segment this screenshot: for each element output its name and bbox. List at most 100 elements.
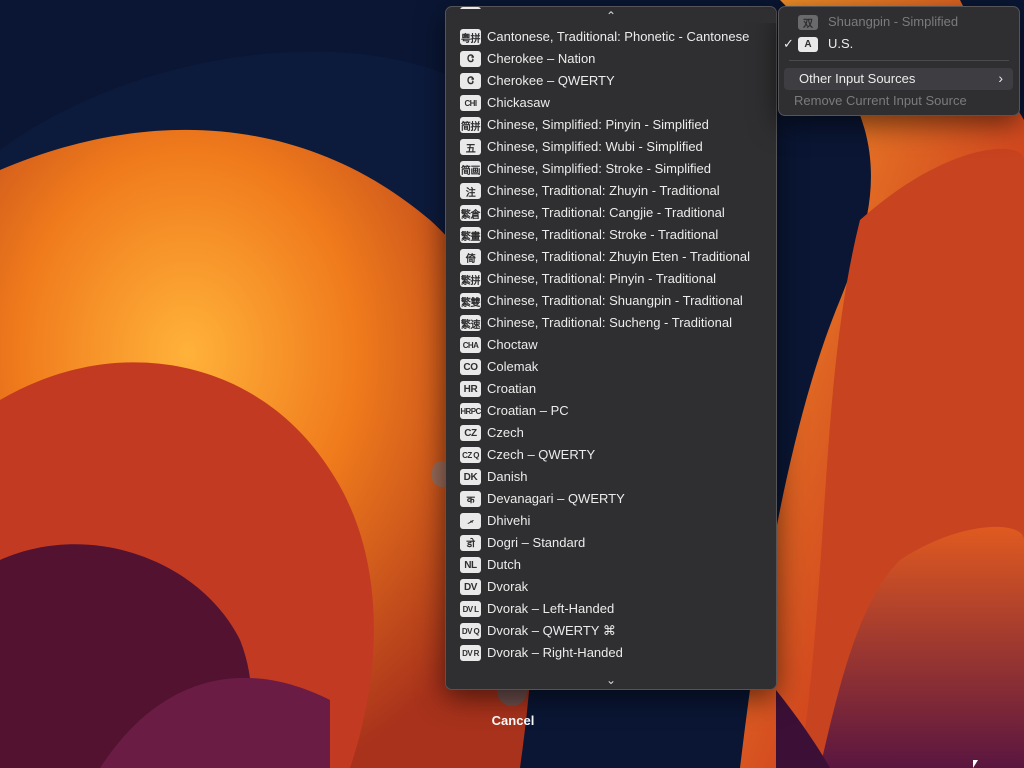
input-source-item[interactable]: CHA Choctaw xyxy=(446,334,776,356)
scroll-up-icon[interactable]: ⌃ xyxy=(446,9,776,23)
input-source-badge: HRPC xyxy=(460,403,481,419)
input-source-item[interactable]: CHI Chickasaw xyxy=(446,92,776,114)
input-source-label: Chinese, Traditional: Zhuyin - Tradition… xyxy=(487,183,720,198)
input-source-badge: DV L xyxy=(460,601,481,617)
input-source-badge: HR xyxy=(460,381,481,397)
input-source-badge: ރ xyxy=(460,513,481,529)
menu-separator xyxy=(789,60,1009,61)
input-source-badge: Ꮳ xyxy=(460,51,481,67)
input-source-item[interactable]: 五 Chinese, Simplified: Wubi - Simplified xyxy=(446,136,776,158)
input-source-badge: 倚 xyxy=(460,249,481,265)
input-source-item[interactable]: 繁畫 Chinese, Traditional: Stroke - Traditi… xyxy=(446,224,776,246)
remove-input-source-label: Remove Current Input Source xyxy=(794,93,967,108)
input-source-item[interactable]: Ꮳ Cherokee – QWERTY xyxy=(446,70,776,92)
input-source-label: Chinese, Simplified: Stroke - Simplified xyxy=(487,161,711,176)
scroll-down-icon[interactable]: ⌄ xyxy=(446,673,776,687)
input-source-label: Chickasaw xyxy=(487,95,550,110)
input-source-badge: 双 xyxy=(798,15,818,30)
input-source-badge: DV R xyxy=(460,645,481,661)
input-source-badge: CO xyxy=(460,359,481,375)
input-source-item[interactable]: 简画 Chinese, Simplified: Stroke - Simplifi… xyxy=(446,158,776,180)
input-source-badge: CZ Q xyxy=(460,447,481,463)
input-source-item[interactable]: 粤拼 Cantonese, Traditional: Phonetic - Can… xyxy=(446,26,776,48)
input-source-label: Dvorak – Right-Handed xyxy=(487,645,623,660)
input-source-badge: 繁雙 xyxy=(460,293,481,309)
input-source-badge: 五 xyxy=(460,139,481,155)
input-source-badge: 简拼 xyxy=(460,117,481,133)
input-source-item[interactable]: DV Dvorak xyxy=(446,576,776,598)
input-source-label: U.S. xyxy=(828,36,854,51)
input-source-badge: DV xyxy=(460,579,481,595)
mouse-cursor-icon xyxy=(973,760,978,768)
input-source-badge: 繁拼 xyxy=(460,271,481,287)
input-source-badge: 注 xyxy=(460,183,481,199)
input-source-badge: NL xyxy=(460,557,481,573)
input-source-label: Dvorak – Left-Handed xyxy=(487,601,615,616)
input-source-item[interactable]: डो Dogri – Standard xyxy=(446,532,776,554)
input-source-label: Dhivehi xyxy=(487,513,531,528)
input-source-label: Chinese, Traditional: Sucheng - Traditio… xyxy=(487,315,732,330)
input-source-label: Devanagari – QWERTY xyxy=(487,491,625,506)
input-source-label: Shuangpin - Simplified xyxy=(828,14,959,29)
input-source-item[interactable]: DK Danish xyxy=(446,466,776,488)
input-source-shuangpin: 双 Shuangpin - Simplified xyxy=(779,11,1019,33)
input-source-badge: A xyxy=(798,37,818,52)
input-source-item[interactable]: HR Croatian xyxy=(446,378,776,400)
input-source-label: Cherokee – QWERTY xyxy=(487,73,615,88)
input-source-label: Dogri – Standard xyxy=(487,535,586,550)
input-source-item[interactable]: 繁倉 Chinese, Traditional: Cangjie - Tradit… xyxy=(446,202,776,224)
input-source-label: Dutch xyxy=(487,557,521,572)
input-source-label: Czech xyxy=(487,425,524,440)
input-source-badge: 繁畫 xyxy=(460,227,481,243)
input-source-item[interactable]: 注 Chinese, Traditional: Zhuyin - Traditio… xyxy=(446,180,776,202)
checkmark-icon: ✓ xyxy=(783,36,794,51)
input-source-badge: क xyxy=(460,491,481,507)
input-source-item[interactable]: HRPC Croatian – PC xyxy=(446,400,776,422)
cancel-label: Cancel xyxy=(491,713,535,728)
input-source-label: Chinese, Traditional: Zhuyin Eten - Trad… xyxy=(487,249,751,264)
input-source-label: Dvorak xyxy=(487,579,529,594)
input-source-badge: CHI xyxy=(460,95,481,111)
input-source-label: Cherokee – Nation xyxy=(487,51,596,66)
input-source-badge: CZ xyxy=(460,425,481,441)
input-source-badge: 繁倉 xyxy=(460,205,481,221)
input-source-label: Chinese, Simplified: Wubi - Simplified xyxy=(487,139,703,154)
input-source-badge: DV Q xyxy=(460,623,481,639)
input-source-item[interactable]: NL Dutch xyxy=(446,554,776,576)
input-source-item[interactable]: 繁拼 Chinese, Traditional: Pinyin - Traditi… xyxy=(446,268,776,290)
input-source-item[interactable]: 简拼 Chinese, Simplified: Pinyin - Simplifi… xyxy=(446,114,776,136)
input-source-item[interactable]: 繁速 Chinese, Traditional: Sucheng - Tradit… xyxy=(446,312,776,334)
input-source-item[interactable]: CZ Q Czech – QWERTY xyxy=(446,444,776,466)
input-source-item[interactable]: DV R Dvorak – Right-Handed xyxy=(446,642,776,664)
input-source-label: Colemak xyxy=(487,359,539,374)
input-source-badge: डो xyxy=(460,535,481,551)
chevron-right-icon: › xyxy=(998,70,1003,86)
input-source-label: Dvorak – QWERTY ⌘ xyxy=(487,623,616,638)
input-source-label: Cantonese, Traditional: Phonetic - Canto… xyxy=(487,29,750,44)
input-source-item[interactable]: Ꮳ Cherokee – Nation xyxy=(446,48,776,70)
input-source-label: Czech – QWERTY xyxy=(487,447,596,462)
other-input-sources-label: Other Input Sources xyxy=(799,71,916,86)
input-menu: 双 Shuangpin - Simplified ✓ A U.S. Other … xyxy=(778,6,1020,116)
other-input-sources-item[interactable]: Other Input Sources › xyxy=(784,68,1013,90)
input-source-item[interactable]: CZ Czech xyxy=(446,422,776,444)
input-source-us[interactable]: ✓ A U.S. xyxy=(779,33,1019,55)
input-source-item[interactable]: ރ Dhivehi xyxy=(446,510,776,532)
input-source-item[interactable]: DV L Dvorak – Left-Handed xyxy=(446,598,776,620)
input-source-badge: 简画 xyxy=(460,161,481,177)
input-sources-menu[interactable]: ⌃ 粵Cantonese, Traditional: Stroke - Cant… xyxy=(445,6,777,690)
input-source-label: Chinese, Traditional: Stroke - Tradition… xyxy=(487,227,719,242)
input-source-label: Chinese, Traditional: Cangjie - Traditio… xyxy=(487,205,725,220)
input-source-item[interactable]: 倚 Chinese, Traditional: Zhuyin Eten - Tra… xyxy=(446,246,776,268)
input-source-item[interactable]: 繁雙 Chinese, Traditional: Shuangpin - Trad… xyxy=(446,290,776,312)
input-source-label: Danish xyxy=(487,469,528,484)
remove-input-source-item: Remove Current Input Source xyxy=(779,90,1019,112)
input-source-badge: 繁速 xyxy=(460,315,481,331)
input-source-item[interactable]: DV Q Dvorak – QWERTY ⌘ xyxy=(446,620,776,642)
input-source-label: Croatian xyxy=(487,381,537,396)
input-source-label: Chinese, Traditional: Pinyin - Tradition… xyxy=(487,271,717,286)
input-source-item[interactable]: CO Colemak xyxy=(446,356,776,378)
input-source-badge: DK xyxy=(460,469,481,485)
input-source-label: Choctaw xyxy=(487,337,538,352)
input-source-item[interactable]: क Devanagari – QWERTY xyxy=(446,488,776,510)
